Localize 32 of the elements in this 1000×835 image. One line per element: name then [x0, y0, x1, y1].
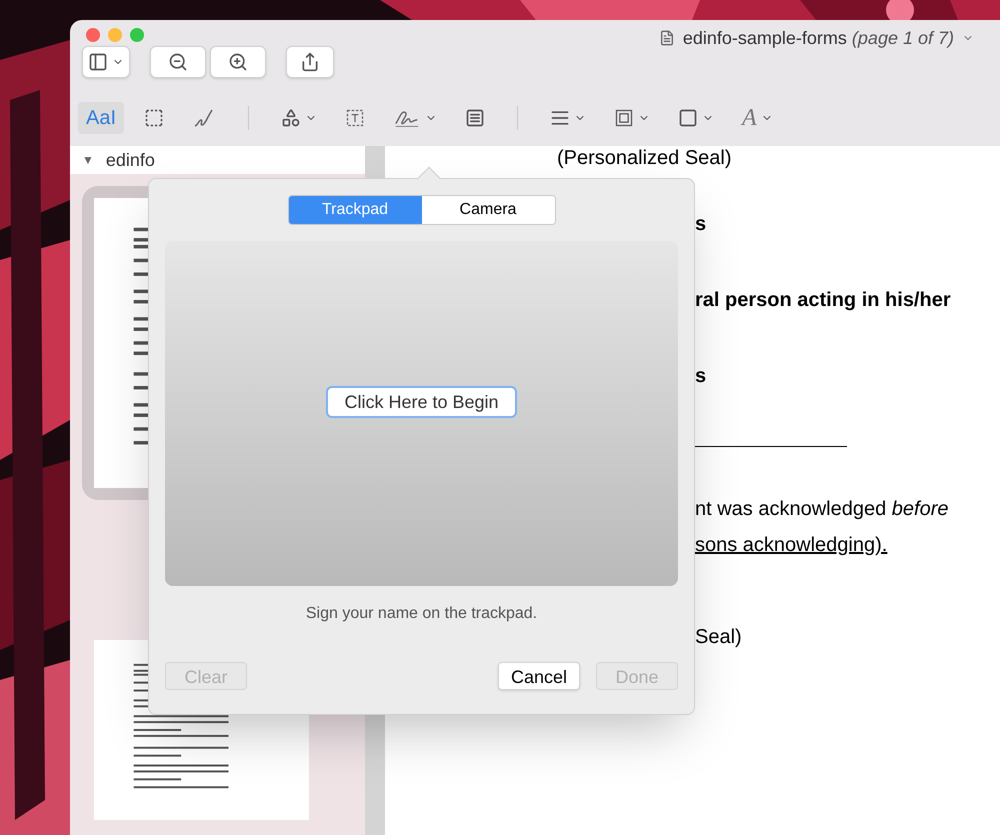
sidebar-title: edinfo — [106, 149, 155, 172]
share-button[interactable] — [286, 46, 334, 78]
fill-icon — [678, 108, 698, 128]
sidebar-button[interactable] — [82, 46, 130, 78]
sidebar-icon — [88, 52, 108, 72]
zoom-in-button[interactable] — [210, 46, 266, 78]
document-text: ral person acting in his/her — [695, 288, 952, 313]
markup-tool[interactable]: A — [734, 102, 781, 134]
text-box-icon — [345, 108, 366, 128]
zoom-in-icon — [228, 52, 248, 72]
tab[interactable]: Trackpad — [288, 196, 422, 224]
zoom-out-button[interactable] — [150, 46, 206, 78]
cancel-button[interactable]: Cancel — [498, 662, 580, 690]
document-text: Seal) — [695, 625, 743, 650]
hint-text: Sign your name on the trackpad. — [306, 604, 538, 624]
document-icon — [658, 30, 675, 46]
markup-tool[interactable]: AaI — [78, 102, 124, 134]
signing-pad[interactable]: Click Here to Begin — [165, 241, 678, 586]
disclosure-triangle[interactable]: ▼ — [82, 152, 94, 168]
zoom-out-icon — [168, 52, 188, 72]
border-icon — [614, 108, 634, 128]
document-text: (Personalized Seal) — [557, 146, 733, 170]
document-text: s — [695, 364, 708, 389]
share-icon — [300, 52, 320, 72]
document-text: nt was acknowledged before — [695, 497, 950, 522]
shapes-icon — [281, 108, 302, 128]
selection-icon — [144, 108, 164, 128]
begin-button[interactable]: Click Here to Begin — [326, 386, 517, 418]
document-text: sons acknowledging). — [695, 533, 888, 558]
document-text: s — [695, 212, 708, 237]
window-title: edinfo-sample-forms (page 1 of 7) — [682, 27, 954, 50]
note-icon — [465, 108, 486, 128]
